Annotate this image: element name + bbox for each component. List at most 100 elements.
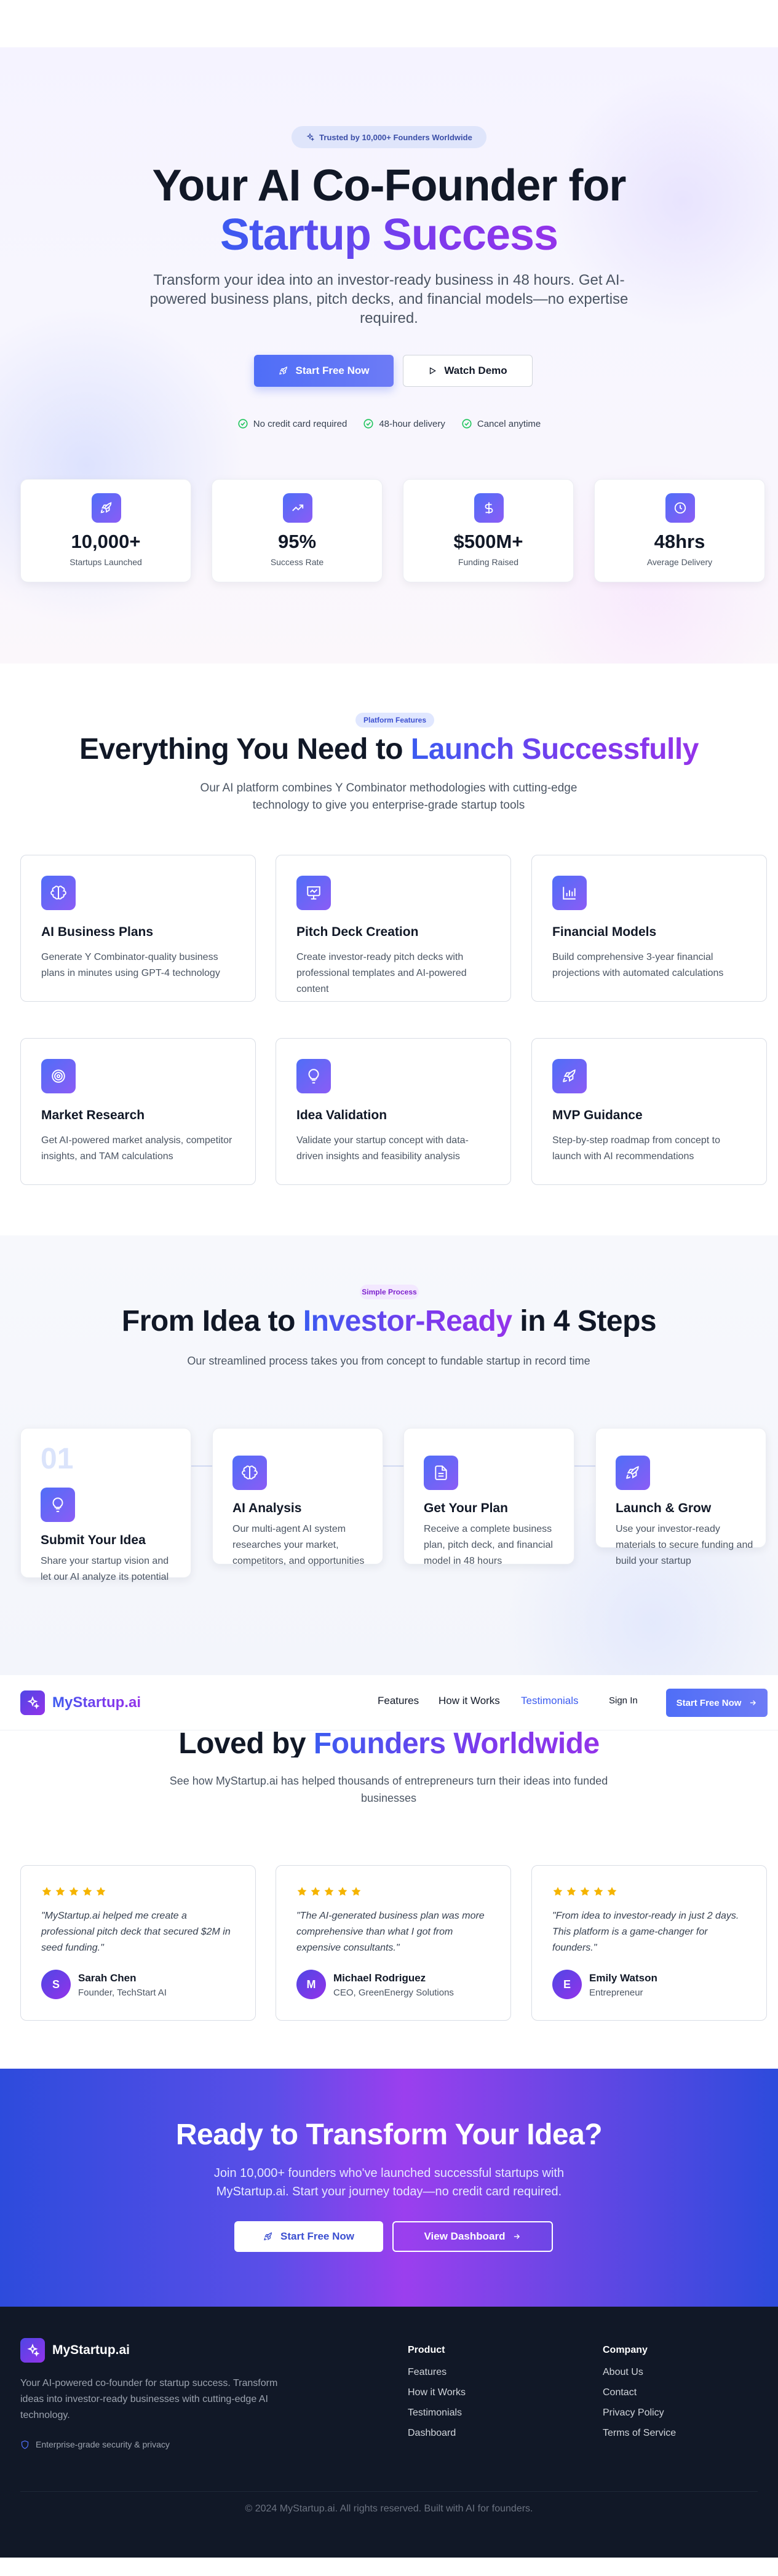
brain-icon <box>232 1456 267 1490</box>
rocket-icon <box>552 1059 587 1093</box>
nav-start-free-button[interactable]: Start Free Now <box>666 1689 768 1717</box>
security-note-label: Enterprise-grade security & privacy <box>36 2439 170 2449</box>
step-title: AI Analysis <box>232 1501 302 1515</box>
step-title: Launch & Grow <box>616 1501 712 1515</box>
feature-card: AI Business Plans Generate Y Combinator-… <box>20 855 256 1002</box>
star-icon <box>552 1886 563 1897</box>
stat-label: Startups Launched <box>69 557 142 567</box>
dollar-icon <box>474 493 504 523</box>
brand-name: MyStartup.ai <box>52 1694 141 1711</box>
star-icon <box>310 1886 321 1897</box>
check-circle-icon <box>462 419 472 429</box>
feature-title: Market Research <box>41 1108 145 1122</box>
hero-title-line2: Startup Success <box>220 210 558 260</box>
step-description: Receive a complete business plan, pitch … <box>424 1524 553 1566</box>
arrow-right-icon <box>514 2234 520 2239</box>
step-description: Our multi-agent AI system researches you… <box>232 1524 365 1566</box>
site-footer: MyStartup.ai Your AI-powered co-founder … <box>0 2307 778 2558</box>
sparkles-icon <box>20 1690 45 1715</box>
cta-title: Ready to Transform Your Idea? <box>175 2118 603 2151</box>
stat-card: 95% Success Rate <box>212 479 383 582</box>
start-free-button[interactable]: Start Free Now <box>254 355 394 387</box>
clock-icon <box>665 493 695 523</box>
view-dashboard-button[interactable]: View Dashboard <box>392 2221 553 2252</box>
star-icon <box>351 1886 362 1897</box>
hero-subtitle: Transform your idea into an investor-rea… <box>149 272 629 327</box>
nav-link-testimonials[interactable]: Testimonials <box>521 1695 579 1707</box>
top-navigation: MyStartup.ai Features How it Works Testi… <box>0 1675 778 1730</box>
feature-description: Create investor-ready pitch decks with p… <box>296 952 467 994</box>
testimonials-section: Loved by Founders Worldwide See how MySt… <box>0 1730 778 2069</box>
target-icon <box>41 1059 76 1093</box>
check-item-label: 48-hour delivery <box>379 418 445 429</box>
footer-link[interactable]: About Us <box>603 2367 676 2378</box>
footer-link[interactable]: Features <box>408 2367 466 2378</box>
nav-link-how-it-works[interactable]: How it Works <box>439 1695 500 1707</box>
sparkles-icon <box>20 2338 45 2363</box>
stat-label: Funding Raised <box>458 557 519 567</box>
stat-card: $500M+ Funding Raised <box>403 479 574 582</box>
testimonial-name: Sarah Chen <box>78 1972 137 1984</box>
cta-section: Ready to Transform Your Idea? Join 10,00… <box>0 2069 778 2307</box>
star-icon <box>55 1886 66 1897</box>
testimonial-quote: "From idea to investor-ready in just 2 d… <box>552 1911 739 1953</box>
step-title: Get Your Plan <box>424 1501 508 1515</box>
hero-checklist: No credit card required 48-hour delivery… <box>0 418 778 429</box>
hero-title: Your AI Co-Founder for Startup Success <box>0 161 778 260</box>
stat-value: 95% <box>277 531 317 552</box>
trust-badge: Trusted by 10,000+ Founders Worldwide <box>292 126 486 148</box>
stat-card: 10,000+ Startups Launched <box>20 479 191 582</box>
play-icon <box>430 367 437 375</box>
security-note: Enterprise-grade security & privacy <box>20 2439 170 2449</box>
testimonial-role: Founder, TechStart AI <box>78 1987 167 1998</box>
check-item: 48-hour delivery <box>363 418 445 429</box>
watch-demo-button-label: Watch Demo <box>444 365 507 376</box>
feature-description: Step-by-step roadmap from concept to lau… <box>552 1135 721 1162</box>
rating-stars <box>552 1886 617 1897</box>
process-step-card: Launch & Grow Use your investor-ready ma… <box>595 1428 766 1566</box>
cta-start-free-button[interactable]: Start Free Now <box>234 2221 383 2252</box>
star-icon <box>324 1886 335 1897</box>
document-icon <box>424 1456 458 1490</box>
feature-title: Pitch Deck Creation <box>296 925 419 939</box>
features-subtitle: Our AI platform combines Y Combinator me… <box>200 782 578 812</box>
lightbulb-icon <box>41 1488 75 1522</box>
feature-description: Get AI-powered market analysis, competit… <box>41 1135 232 1162</box>
footer-brand[interactable]: MyStartup.ai <box>20 2338 130 2363</box>
nav-link-features[interactable]: Features <box>378 1695 419 1707</box>
feature-description: Validate your startup concept with data-… <box>296 1135 469 1162</box>
trending-up-icon <box>283 493 312 523</box>
testimonial-quote: "The AI-generated business plan was more… <box>296 1911 485 1953</box>
features-title-plain: Everything You Need to <box>79 733 403 766</box>
feature-card: Financial Models Build comprehensive 3-y… <box>531 855 767 1002</box>
step-description: Share your startup vision and let our AI… <box>41 1556 169 1582</box>
sign-in-link[interactable]: Sign In <box>609 1695 638 1706</box>
check-item-label: No credit card required <box>253 418 347 429</box>
star-icon <box>606 1886 617 1897</box>
feature-description: Generate Y Combinator-quality business p… <box>41 952 220 978</box>
footer-link[interactable]: Dashboard <box>408 2428 466 2439</box>
brand-logo[interactable]: MyStartup.ai <box>20 1690 141 1715</box>
check-item-label: Cancel anytime <box>477 418 541 429</box>
footer-link[interactable]: How it Works <box>408 2387 466 2398</box>
footer-link[interactable]: Privacy Policy <box>603 2408 676 2419</box>
stats-row: 10,000+ Startups Launched 95% Success Ra… <box>20 479 766 582</box>
shield-icon <box>21 2440 29 2449</box>
step-connector <box>383 1465 403 1467</box>
process-step-card: AI Analysis Our multi-agent AI system re… <box>212 1428 383 1566</box>
avatar: S <box>41 1970 71 1999</box>
rating-stars <box>296 1886 362 1897</box>
watch-demo-button[interactable]: Watch Demo <box>403 355 533 387</box>
features-section: Platform Features Everything You Need to… <box>0 664 778 1235</box>
footer-link[interactable]: Testimonials <box>408 2408 466 2419</box>
brain-icon <box>41 876 76 910</box>
stat-card: 48hrs Average Delivery <box>594 479 765 582</box>
footer-link[interactable]: Contact <box>603 2387 676 2398</box>
testimonials-title-highlight: Founders Worldwide <box>314 1730 600 1758</box>
stat-value: $500M+ <box>453 531 523 552</box>
footer-link[interactable]: Terms of Service <box>603 2428 676 2439</box>
step-number: 01 <box>41 1443 74 1475</box>
rocket-icon <box>92 493 121 523</box>
testimonials-title: Loved by Founders Worldwide <box>0 1730 778 1758</box>
process-subtitle: Our streamlined process takes you from c… <box>187 1355 590 1367</box>
